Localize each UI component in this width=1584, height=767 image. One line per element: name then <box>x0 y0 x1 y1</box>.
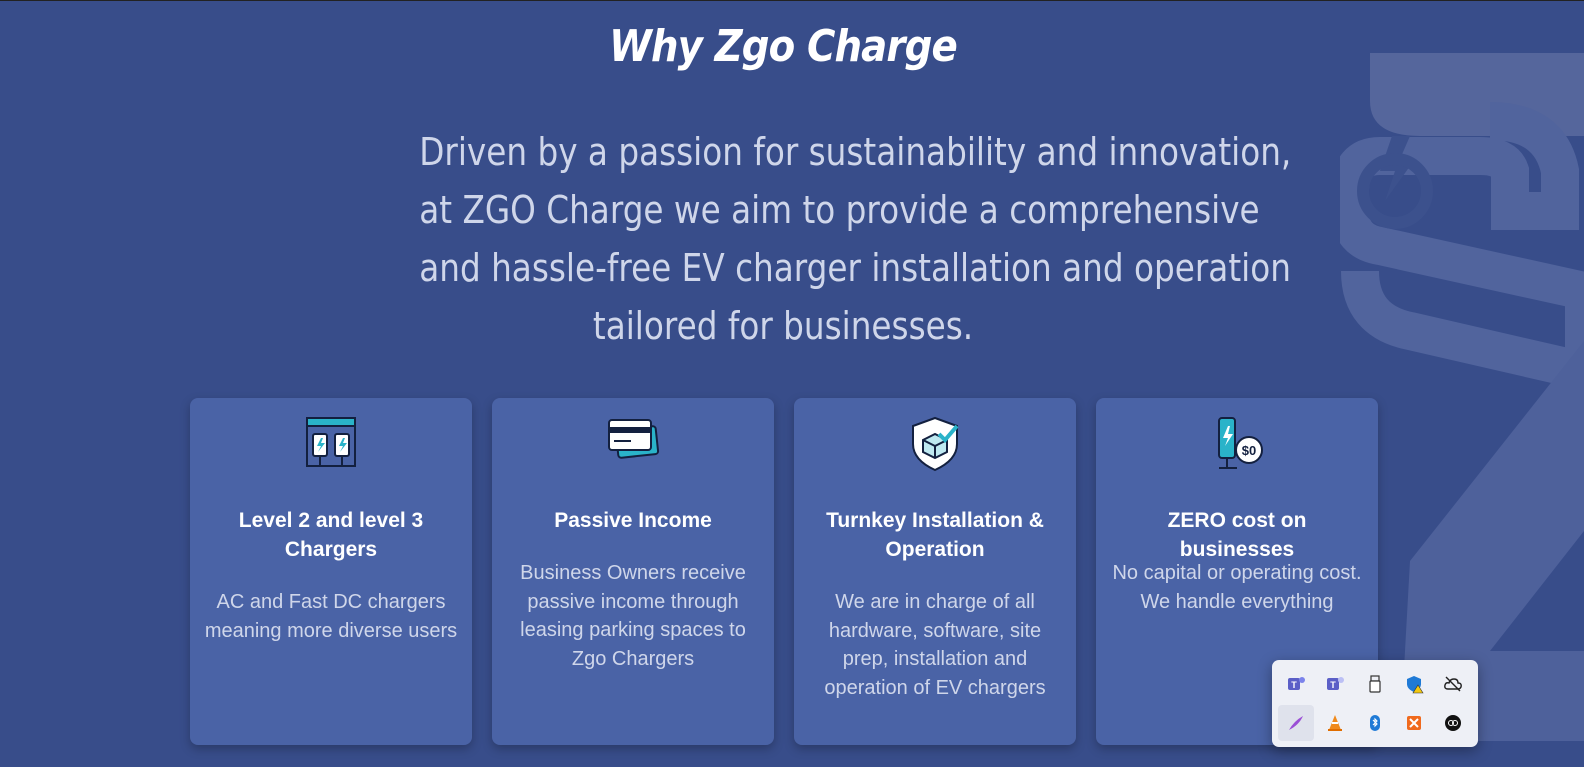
xampp-icon[interactable] <box>1396 705 1432 741</box>
section-intro: Driven by a passion for sustainability a… <box>419 123 1292 355</box>
card-title: Turnkey Installation & Operation <box>826 509 1044 561</box>
system-tray-overflow: T T <box>1272 660 1478 747</box>
intro-line: Driven by a passion for sustainability a… <box>419 130 1292 174</box>
app-badge-icon[interactable] <box>1435 705 1471 741</box>
card-description: We are in charge of all hardware, softwa… <box>824 591 1046 699</box>
cloud-offline-icon[interactable] <box>1435 666 1471 702</box>
bluetooth-icon[interactable] <box>1357 705 1393 741</box>
charger-zero-cost-icon: $0 <box>1218 417 1263 469</box>
usb-drive-icon[interactable] <box>1357 666 1393 702</box>
credit-card-icon <box>608 419 660 459</box>
teams-icon[interactable]: T <box>1278 666 1314 702</box>
card-description: AC and Fast DC chargers meaning more div… <box>204 591 458 642</box>
card-title: ZERO cost on businesses <box>1167 509 1307 561</box>
intro-line: at ZGO Charge we aim to provide a compre… <box>419 188 1260 232</box>
feature-card-chargers: Level 2 and level 3 Chargers AC and Fast… <box>190 398 472 745</box>
card-title: Passive Income <box>554 509 712 532</box>
card-title: Level 2 and level 3 Chargers <box>238 509 424 561</box>
teams-icon[interactable]: T <box>1317 666 1353 702</box>
zero-badge-text: $0 <box>1242 443 1256 458</box>
windows-security-warning-icon[interactable] <box>1396 666 1432 702</box>
intro-line: tailored for businesses. <box>592 304 974 348</box>
svg-text:T: T <box>1291 680 1297 690</box>
feather-pen-icon[interactable] <box>1278 705 1314 741</box>
intro-line: and hassle-free EV charger installation … <box>419 246 1291 290</box>
charging-station-icon <box>306 417 356 467</box>
feature-card-passive-income: Passive Income Business Owners receive p… <box>492 398 774 745</box>
vlc-icon[interactable] <box>1317 705 1353 741</box>
feature-card-turnkey: Turnkey Installation & Operation We are … <box>794 398 1076 745</box>
card-description: No capital or operating cost. We handle … <box>1112 562 1362 613</box>
svg-text:T: T <box>1330 680 1336 690</box>
section-title: Why Zgo Charge <box>609 21 958 72</box>
card-description: Business Owners receive passive income t… <box>520 562 746 670</box>
shield-package-icon <box>912 416 959 472</box>
